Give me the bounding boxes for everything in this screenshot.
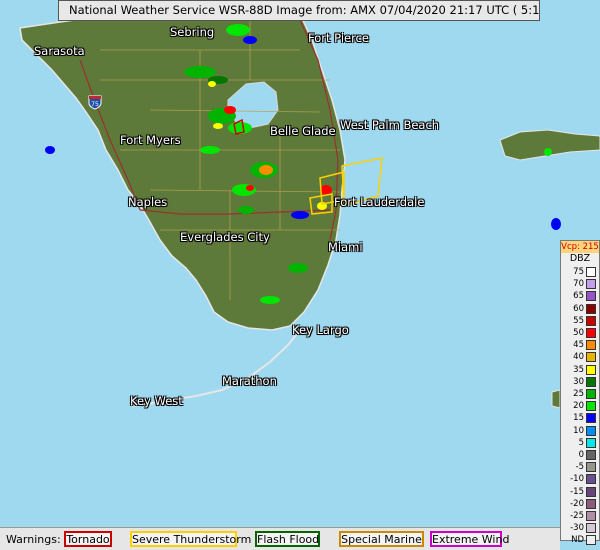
warning-type-extreme-wind[interactable]: Extreme Wind (430, 531, 509, 547)
legend-entry-label: 75 (573, 267, 584, 277)
legend-entry-label: 50 (573, 328, 584, 338)
legend-entry-label: 30 (573, 376, 584, 387)
city-label-marathon: Marathon (222, 374, 277, 388)
legend-entry: 60 (561, 303, 599, 315)
legend-entry-label: 60 (573, 303, 584, 314)
city-label-west-palm-beach: West Palm Beach (340, 118, 440, 132)
legend-color-swatch (586, 328, 596, 338)
legend-entry: 75 (561, 266, 599, 278)
city-label-sebring: Sebring (170, 25, 215, 39)
legend-color-swatch (586, 413, 596, 424)
bahamas-land-small (551, 389, 561, 409)
legend-entry-label: 45 (573, 340, 584, 351)
legend-color-swatch (586, 450, 596, 460)
legend-entry-label: 35 (573, 364, 584, 375)
dbz-legend: Vcp: 215 DBZ 75 70 65 60 55 50 45 40 35 30 25 20 15 1… (560, 240, 600, 546)
radar-title-bar: National Weather Service WSR-88D Image f… (58, 0, 540, 21)
legend-entry-label: 0 (578, 450, 584, 460)
city-label-key-largo: Key Largo (292, 323, 349, 337)
city-label-naples: Naples (128, 195, 168, 209)
legend-color-swatch (586, 511, 596, 521)
legend-vcp: Vcp: 215 (561, 241, 599, 253)
legend-entry: 20 (561, 400, 599, 412)
legend-entry: 15 (561, 412, 599, 424)
legend-color-swatch (586, 376, 596, 387)
legend-entry: -15 (561, 486, 599, 498)
legend-entry: 30 (561, 376, 599, 388)
legend-entry: 5 (561, 437, 599, 449)
warning-type-tornado[interactable]: Tornado (64, 531, 112, 547)
legend-entry: 40 (561, 351, 599, 363)
legend-color-swatch (586, 315, 596, 326)
legend-color-swatch (586, 340, 596, 351)
legend-entry-label: 65 (573, 291, 584, 302)
legend-entry-label: ND (571, 535, 584, 546)
warnings-label: Warnings: (6, 533, 61, 546)
city-label-everglades-city: Everglades City (180, 230, 270, 244)
legend-entry-label: 20 (573, 401, 584, 412)
legend-entry-label: 40 (573, 352, 584, 363)
legend-entry-label: 5 (578, 437, 584, 448)
warnings-bar: Warnings: Tornado Severe Thunderstorm Flas… (0, 527, 560, 550)
legend-color-swatch (586, 389, 596, 399)
legend-entry: -20 (561, 498, 599, 510)
warning-type-special-marine[interactable]: Special Marine (339, 531, 424, 547)
legend-color-swatch (586, 364, 596, 375)
legend-color-swatch (586, 303, 596, 314)
legend-entry: 50 (561, 327, 599, 339)
legend-color-swatch (586, 437, 596, 448)
legend-color-swatch (586, 425, 596, 436)
legend-entry: -5 (561, 461, 599, 473)
legend-entry-label: 70 (573, 279, 584, 290)
legend-entry: 55 (561, 315, 599, 327)
legend-entry: 70 (561, 278, 599, 290)
legend-color-swatch (586, 267, 596, 277)
legend-entry-label: 55 (573, 315, 584, 326)
legend-entry: -25 (561, 510, 599, 522)
legend-entry-label: -15 (570, 486, 584, 497)
interstate-label: 75 (91, 101, 99, 108)
city-label-miami: Miami (328, 240, 363, 254)
legend-color-swatch (586, 291, 596, 302)
interstate-shield-icon: 75 (88, 95, 102, 110)
legend-entry: -10 (561, 473, 599, 485)
legend-entry: 65 (561, 290, 599, 302)
legend-color-swatch (586, 535, 596, 546)
legend-color-swatch (586, 474, 596, 485)
legend-entry: 35 (561, 364, 599, 376)
legend-entry-label: -30 (570, 523, 584, 534)
legend-color-swatch (586, 352, 596, 363)
city-label-key-west: Key West (130, 394, 183, 408)
warning-type-severe-thunderstorm[interactable]: Severe Thunderstorm (130, 531, 251, 547)
legend-color-swatch (586, 279, 596, 290)
legend-entry: 10 (561, 425, 599, 437)
city-label-fort-lauderdale: Fort Lauderdale (334, 195, 425, 209)
radar-map[interactable] (0, 0, 600, 550)
legend-entry: -30 (561, 522, 599, 534)
city-label-fort-pierce: Fort Pierce (308, 31, 369, 45)
legend-entry-label: 10 (573, 425, 584, 436)
warning-type-flash-flood[interactable]: Flash Flood (255, 531, 320, 547)
city-label-belle-glade: Belle Glade (270, 124, 336, 138)
legend-entry: 0 (561, 449, 599, 461)
legend-entry: 45 (561, 339, 599, 351)
legend-color-swatch (586, 462, 596, 473)
legend-color-swatch (586, 523, 596, 534)
legend-entry: ND (561, 534, 599, 546)
legend-entry-label: -20 (570, 498, 584, 509)
legend-entry: 25 (561, 388, 599, 400)
legend-entry-label: 15 (573, 413, 584, 424)
city-label-sarasota: Sarasota (34, 44, 85, 58)
legend-entry-label: -5 (575, 462, 584, 473)
city-label-fort-myers: Fort Myers (120, 133, 181, 147)
legend-unit: DBZ (569, 253, 591, 264)
legend-entry-label: -10 (570, 474, 584, 485)
legend-color-swatch (586, 486, 596, 497)
legend-color-swatch (586, 498, 596, 509)
legend-entry-label: 25 (573, 389, 584, 399)
legend-entry-label: -25 (570, 511, 584, 521)
legend-color-swatch (586, 401, 596, 412)
